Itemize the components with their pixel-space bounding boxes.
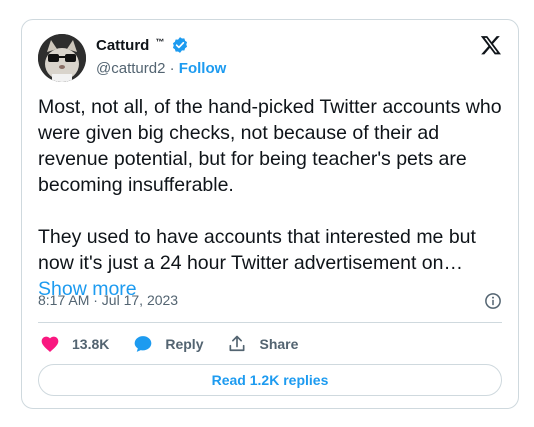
like-count: 13.8K [72, 336, 110, 352]
verified-badge-icon [173, 37, 188, 53]
tweet-paragraph-2-text: They used to have accounts that interest… [38, 226, 476, 274]
reply-bubble-icon [135, 336, 152, 352]
heart-icon [41, 336, 59, 352]
author-handle-row: @catturd2 · Follow [96, 60, 226, 77]
tweet-timestamp[interactable]: 8:17 AM · Jul 17, 2023 [38, 292, 178, 308]
tweet-text: Most, not all, of the hand-picked Twitte… [38, 94, 504, 302]
author-handle[interactable]: @catturd2 [96, 60, 165, 77]
tweet-card[interactable]: Catturd ™ @catturd2 · Follow Most, not a… [21, 19, 519, 409]
reply-button[interactable]: Reply [133, 334, 203, 354]
trademark-symbol: ™ [155, 37, 165, 47]
action-bar: 13.8K Reply Share [40, 332, 322, 356]
divider [38, 322, 502, 323]
reply-label: Reply [165, 336, 204, 352]
share-label: Share [259, 336, 299, 352]
share-button[interactable]: Share [227, 334, 298, 354]
read-replies-button[interactable]: Read 1.2K replies [38, 364, 502, 396]
separator-dot: · [169, 60, 175, 77]
author-name[interactable]: Catturd [96, 37, 149, 54]
info-icon[interactable] [484, 292, 502, 310]
tweet-paragraph-2: They used to have accounts that interest… [38, 224, 504, 302]
avatar[interactable] [38, 34, 86, 82]
like-button[interactable]: 13.8K [40, 334, 109, 354]
share-icon [229, 335, 245, 352]
follow-link[interactable]: Follow [179, 60, 227, 77]
x-logo-icon[interactable] [480, 34, 502, 56]
cat-avatar-image [38, 34, 86, 82]
tweet-paragraph-1: Most, not all, of the hand-picked Twitte… [38, 96, 502, 196]
